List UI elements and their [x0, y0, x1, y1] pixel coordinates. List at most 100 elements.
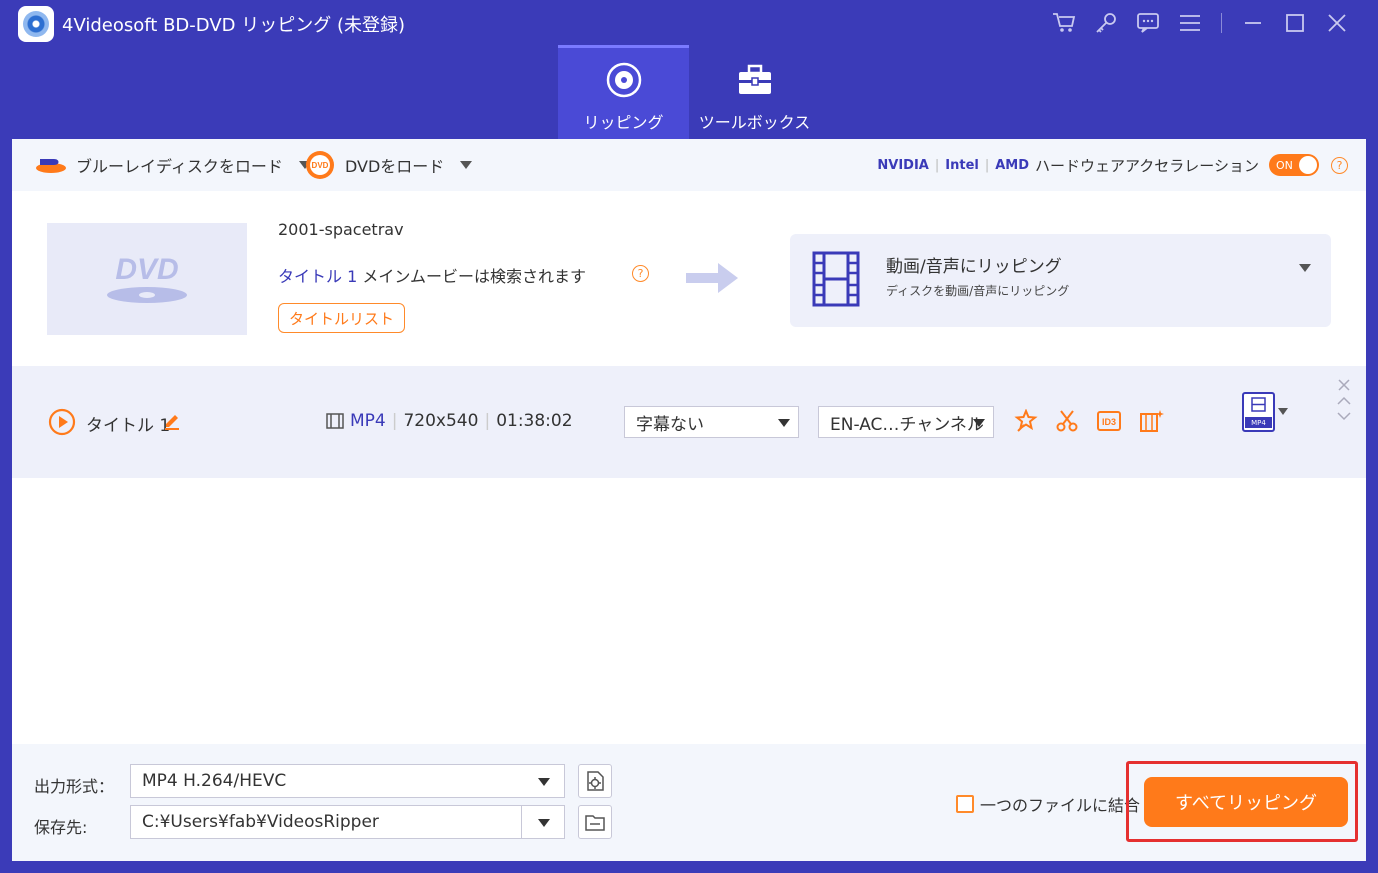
chevron-up-icon[interactable]: [1336, 395, 1352, 407]
output-format-select[interactable]: MP4 H.264/HEVC: [130, 764, 565, 798]
minimize-icon[interactable]: [1232, 8, 1274, 38]
effect-icon[interactable]: [1139, 409, 1165, 437]
chevron-down-icon[interactable]: [538, 819, 550, 827]
save-path-value: C:¥Users¥fab¥VideosRipper: [142, 812, 379, 832]
output-format-thumbnail[interactable]: MP4: [1242, 392, 1275, 432]
vendor-intel: Intel: [945, 157, 979, 173]
title-bar: 4Videosoft BD-DVD リッピング (未登録): [0, 0, 1378, 46]
cart-icon[interactable]: [1043, 8, 1085, 38]
bluray-icon: [36, 159, 66, 173]
svg-text:DVD: DVD: [115, 253, 178, 286]
hw-acceleration: NVIDIA | Intel | AMD ハードウェアアクセラレーション ON …: [877, 139, 1348, 191]
tab-label: リッピング: [583, 113, 664, 132]
vendor-amd: AMD: [995, 157, 1030, 173]
film-icon: [812, 251, 860, 307]
chat-icon[interactable]: [1127, 8, 1169, 38]
resolution-label: 720x540: [403, 411, 479, 431]
divider: |: [484, 411, 491, 431]
help-icon[interactable]: ?: [1331, 156, 1348, 174]
title-list-button[interactable]: タイトルリスト: [278, 303, 405, 333]
chevron-down-icon[interactable]: [460, 161, 473, 169]
tab-label: ツールボックス: [698, 113, 811, 132]
audio-track-select[interactable]: EN-AC…チャンネル: [818, 406, 994, 438]
load-dvd-button[interactable]: DVD DVDをロード: [305, 139, 473, 191]
load-toolbar: ブルーレイディスクをロード DVD DVDをロード NVIDIA | Intel…: [12, 139, 1366, 191]
chevron-down-icon: [538, 778, 550, 786]
source-info: タイトル 1 メインムービーは検索されます: [278, 263, 586, 287]
format-settings-button[interactable]: [578, 764, 612, 798]
close-icon[interactable]: [1316, 8, 1358, 38]
rip-target-selector[interactable]: 動画/音声にリッピング ディスクを動画/音声にリッピング: [790, 234, 1331, 327]
target-subtitle: ディスクを動画/音声にリッピング: [886, 284, 1070, 298]
key-icon[interactable]: [1085, 8, 1127, 38]
enhance-icon[interactable]: [1014, 408, 1038, 437]
disc-thumbnail: DVD: [47, 223, 247, 335]
load-bluray-button[interactable]: ブルーレイディスクをロード: [34, 139, 311, 191]
svg-text:DVD: DVD: [312, 161, 329, 170]
main-tabs: リッピング ツールボックス: [558, 45, 820, 139]
title-row: タイトル 1 MP4 | 720x540 | 01:38:02 字幕ない EN-…: [12, 366, 1366, 478]
source-info-text: メインムービーは検索されます: [357, 267, 587, 286]
format-label: MP4: [350, 411, 386, 431]
folder-icon: [585, 815, 605, 831]
main-panel: ブルーレイディスクをロード DVD DVDをロード NVIDIA | Intel…: [12, 139, 1366, 861]
disc-icon: [605, 61, 643, 99]
hw-accel-label: ハードウェアアクセラレーション: [1035, 156, 1259, 175]
tab-ripping[interactable]: リッピング: [558, 45, 689, 139]
main-title-link[interactable]: タイトル 1: [278, 267, 357, 286]
target-title: 動画/音声にリッピング: [886, 257, 1062, 277]
chevron-down-icon: [973, 419, 985, 427]
app-title: 4Videosoft BD-DVD リッピング (未登録): [62, 15, 405, 36]
vendor-nvidia: NVIDIA: [877, 157, 929, 173]
output-format-value: MP4 H.264/HEVC: [142, 771, 287, 791]
settings-icon: [587, 771, 604, 791]
maximize-icon[interactable]: [1274, 8, 1316, 38]
svg-text:ID3: ID3: [1102, 417, 1116, 427]
play-icon[interactable]: [48, 408, 76, 440]
subtitle-select-value: 字幕ない: [636, 414, 704, 435]
divider: [1221, 13, 1222, 33]
chevron-down-icon: [778, 419, 790, 427]
film-icon: [1251, 397, 1266, 412]
divider: |: [934, 157, 940, 173]
save-path-field[interactable]: C:¥Users¥fab¥VideosRipper: [130, 805, 565, 839]
film-icon: [326, 413, 344, 429]
menu-icon[interactable]: [1169, 8, 1211, 38]
help-icon[interactable]: ?: [632, 265, 649, 282]
load-dvd-label: DVDをロード: [345, 157, 445, 176]
open-folder-button[interactable]: [578, 805, 612, 839]
toolbox-icon: [736, 61, 774, 99]
merge-option[interactable]: 一つのファイルに結合: [956, 792, 1140, 816]
rip-all-button[interactable]: すべてリッピング: [1144, 777, 1348, 827]
arrow-right-icon: [684, 261, 740, 299]
duration-label: 01:38:02: [496, 411, 573, 431]
chevron-down-icon[interactable]: [1299, 264, 1311, 272]
dvd-logo-icon: DVD: [107, 253, 187, 303]
close-icon[interactable]: [1336, 378, 1352, 392]
title-format-info: MP4 | 720x540 | 01:38:02: [326, 411, 573, 431]
cut-icon[interactable]: [1055, 409, 1079, 437]
dvd-icon: DVD: [306, 151, 334, 179]
divider: |: [391, 411, 398, 431]
title-name: タイトル 1: [86, 416, 171, 436]
app-logo: [18, 6, 54, 42]
output-format-badge: MP4: [1245, 417, 1272, 428]
chevron-down-icon[interactable]: [1336, 410, 1352, 422]
divider: |: [984, 157, 990, 173]
merge-label: 一つのファイルに結合: [980, 796, 1141, 815]
source-name: 2001-spacetrav: [278, 220, 404, 239]
audio-select-value: EN-AC…チャンネル: [830, 414, 984, 435]
id3-tag-icon[interactable]: ID3: [1096, 409, 1122, 437]
hw-accel-toggle[interactable]: ON: [1269, 154, 1319, 176]
merge-checkbox[interactable]: [956, 795, 974, 813]
divider: [521, 806, 522, 838]
tab-toolbox[interactable]: ツールボックス: [689, 45, 820, 139]
save-to-label: 保存先:: [34, 818, 88, 837]
chevron-down-icon[interactable]: [1278, 408, 1288, 415]
output-format-label: 出力形式：: [34, 777, 115, 796]
subtitle-select[interactable]: 字幕ない: [624, 406, 799, 438]
row-side-controls: [1336, 378, 1352, 422]
edit-icon[interactable]: [162, 411, 182, 435]
load-bluray-label: ブルーレイディスクをロード: [76, 157, 283, 176]
bottom-bar: 出力形式： MP4 H.264/HEVC 保存先: C:¥Users¥fab¥V…: [12, 744, 1366, 861]
